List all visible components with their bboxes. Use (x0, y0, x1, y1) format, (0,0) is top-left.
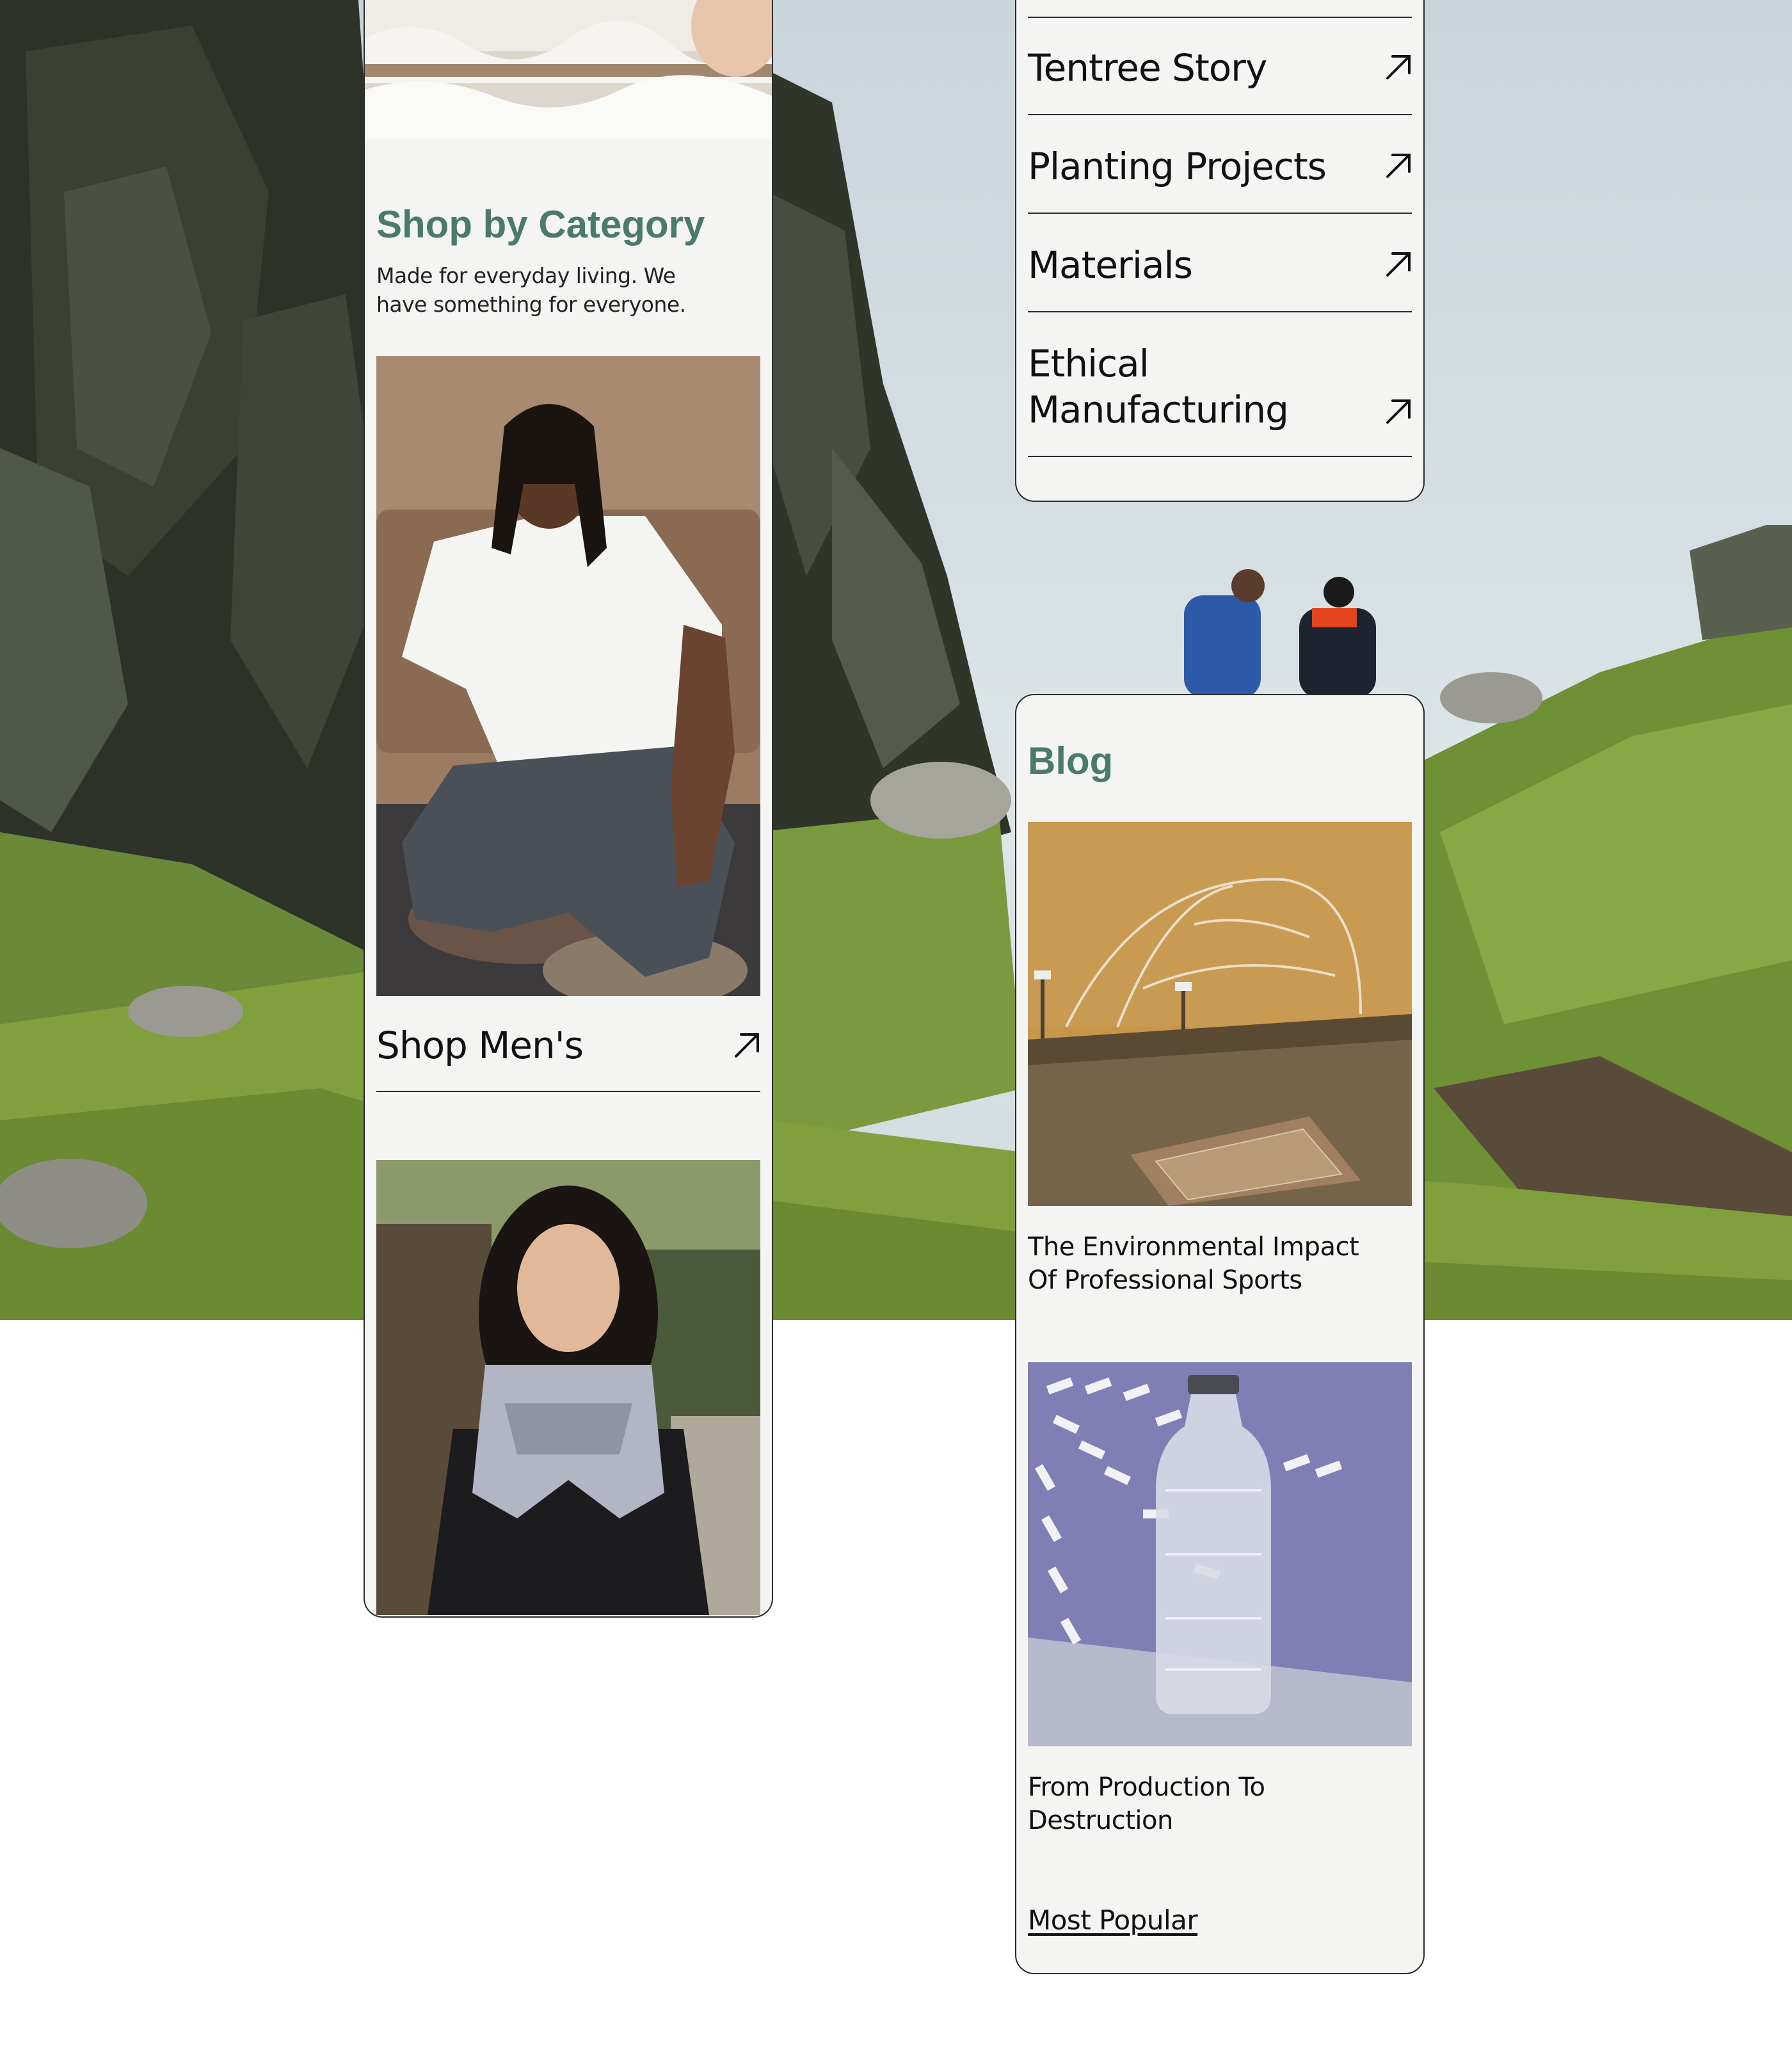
blog-post-title-line-1: The Environmental Impact (1028, 1232, 1359, 1262)
blog-post-title-line-2: Destruction (1028, 1806, 1173, 1835)
blog-post-image-bottle[interactable] (1028, 1362, 1412, 1746)
about-menu-panel: Tentree Story Planting Projects Material… (1015, 0, 1425, 502)
arrow-up-right-icon[interactable] (1384, 150, 1414, 181)
blog-post-title-line-1: From Production To (1028, 1773, 1265, 1802)
menu-divider (1028, 213, 1412, 214)
menu-divider (1028, 311, 1412, 312)
blog-post-title[interactable]: From Production To Destruction (1028, 1771, 1265, 1837)
menu-item-materials[interactable]: Materials (1028, 242, 1193, 288)
menu-item-label-line-1: Ethical (1028, 342, 1149, 385)
arrow-up-right-icon[interactable] (1384, 51, 1414, 82)
blog-post-title[interactable]: The Environmental Impact Of Professional… (1028, 1230, 1359, 1297)
most-popular-link[interactable]: Most Popular (1028, 1904, 1198, 1937)
blog-heading: Blog (1028, 739, 1114, 782)
menu-item-label-line-2: Manufacturing (1028, 388, 1289, 431)
menu-item-tentree-story[interactable]: Tentree Story (1028, 45, 1267, 91)
shop-mens-link[interactable]: Shop Men's (376, 1022, 584, 1068)
shop-category-panel: Shop by Category Made for everyday livin… (364, 0, 773, 1618)
blog-panel: Blog The Environmental Impact Of Profess… (1015, 694, 1425, 1974)
arrow-up-right-icon[interactable] (732, 1029, 763, 1060)
mens-divider (376, 1091, 760, 1092)
menu-divider-bottom (1028, 456, 1412, 457)
menu-item-planting-projects[interactable]: Planting Projects (1028, 143, 1327, 189)
menu-divider-top (1028, 17, 1412, 18)
hero-landscape-background (0, 0, 1792, 1320)
arrow-up-right-icon[interactable] (1384, 248, 1414, 279)
arrow-up-right-icon[interactable] (1384, 396, 1414, 426)
shop-category-description: Made for everyday living. We have someth… (376, 261, 686, 319)
mens-category-image[interactable] (376, 356, 760, 996)
menu-divider (1028, 114, 1412, 115)
menu-item-ethical-manufacturing[interactable]: Ethical Manufacturing (1028, 341, 1289, 433)
womens-category-image[interactable] (376, 1160, 760, 1615)
top-product-image[interactable] (365, 0, 772, 138)
blog-post-image-stadium[interactable] (1028, 822, 1412, 1206)
description-line-2: have something for everyone. (376, 292, 686, 317)
hikers-figure (1184, 569, 1376, 698)
shop-category-heading: Shop by Category (376, 203, 705, 246)
description-line-1: Made for everyday living. We (376, 263, 676, 288)
blog-post-title-line-2: Of Professional Sports (1028, 1266, 1302, 1295)
